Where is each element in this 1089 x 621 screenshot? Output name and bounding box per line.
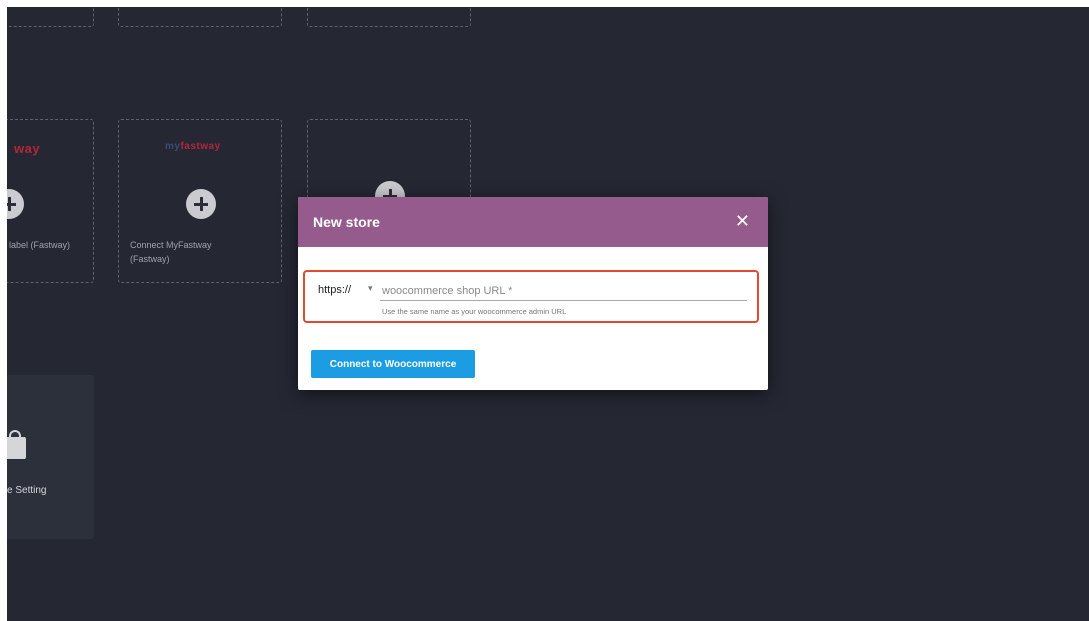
connect-woocommerce-button[interactable]: Connect to Woocommerce: [311, 350, 475, 378]
modal-title: New store: [313, 214, 380, 230]
plus-circle-icon[interactable]: [7, 189, 24, 219]
caret-down-icon[interactable]: ▾: [368, 283, 373, 294]
card-label: Connect MyFastway (Fastway): [130, 240, 212, 264]
protocol-select[interactable]: https:// ▾: [318, 282, 378, 300]
integration-card-top-2: [118, 7, 282, 27]
fastway-logo: way: [14, 141, 41, 156]
store-setting-label: e Setting: [7, 485, 47, 496]
new-store-modal: New store ✕ https:// ▾ Use the same name…: [298, 197, 768, 390]
store-setting-card[interactable]: e Setting: [7, 375, 94, 539]
integration-card-fastway-label[interactable]: way label (Fastway): [7, 119, 94, 283]
integration-card-top-1: [7, 7, 94, 27]
card-label: label (Fastway): [9, 240, 71, 250]
modal-header: New store ✕: [298, 197, 768, 247]
close-icon[interactable]: ✕: [735, 211, 750, 231]
plus-circle-icon[interactable]: [186, 189, 216, 219]
integration-card-top-3: [307, 7, 471, 27]
protocol-value: https://: [318, 284, 352, 296]
myfastway-logo: myfastway: [165, 141, 221, 152]
integration-card-myfastway[interactable]: myfastway Connect MyFastway (Fastway): [118, 119, 282, 283]
shopping-bag-icon: [7, 430, 26, 459]
shop-url-input[interactable]: [380, 281, 747, 301]
url-helper-text: Use the same name as your woocommerce ad…: [382, 307, 567, 316]
